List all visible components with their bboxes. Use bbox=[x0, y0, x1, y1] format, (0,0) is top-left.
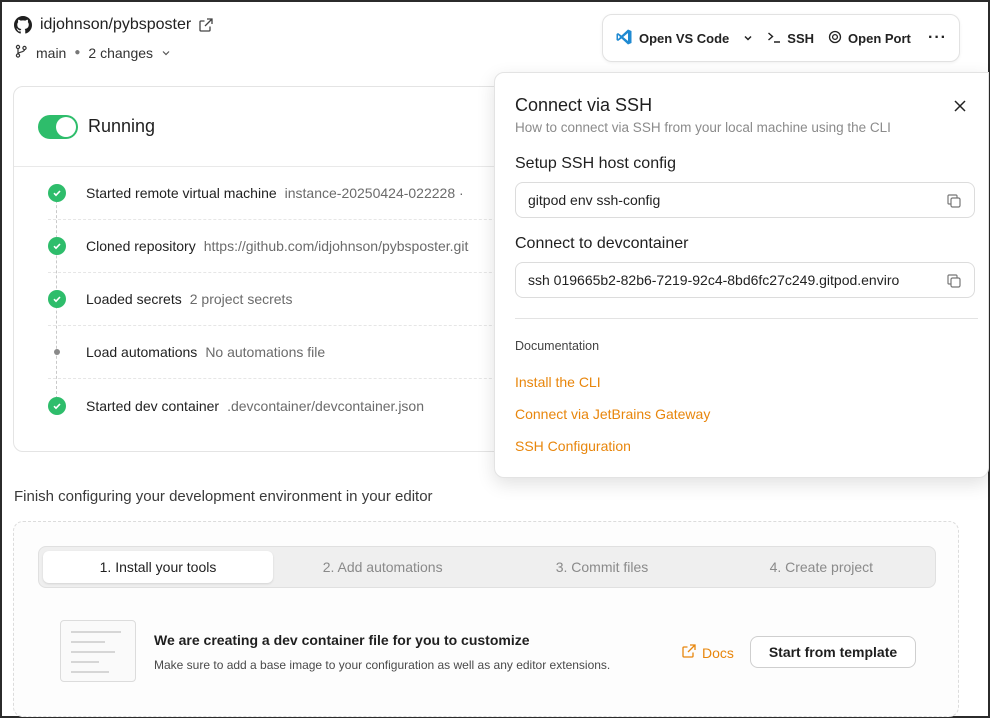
repo-name[interactable]: idjohnson/pybsposter bbox=[40, 16, 191, 34]
step-title: Cloned repository bbox=[86, 238, 196, 254]
connect-devcontainer-label: Connect to devcontainer bbox=[515, 235, 689, 252]
more-options-icon[interactable]: ··· bbox=[928, 29, 947, 47]
ssh-button[interactable]: SSH bbox=[767, 30, 814, 47]
setup-subtitle: Make sure to add a base image to your co… bbox=[154, 658, 611, 672]
open-vscode-label: Open VS Code bbox=[639, 30, 730, 46]
setup-card: 1. Install your tools 2. Add automations… bbox=[13, 521, 959, 717]
steps-list: Started remote virtual machine instance-… bbox=[14, 167, 572, 432]
setup-ssh-label: Setup SSH host config bbox=[515, 155, 676, 172]
close-icon[interactable] bbox=[952, 99, 968, 115]
setup-title: We are creating a dev container file for… bbox=[154, 632, 530, 648]
setup-text: We are creating a dev container file for… bbox=[154, 632, 610, 672]
ssh-label: SSH bbox=[787, 30, 815, 46]
step-detail-link[interactable]: https://github.com/idjohnson/pybsposter.… bbox=[204, 238, 469, 254]
panel-divider bbox=[515, 318, 978, 319]
external-link-icon[interactable] bbox=[199, 18, 213, 32]
check-circle-icon bbox=[48, 237, 66, 255]
external-link-icon bbox=[682, 644, 696, 661]
environment-status-card: Running Started remote virtual machine i… bbox=[13, 86, 573, 452]
ssh-config-text: gitpod env ssh-config bbox=[528, 192, 661, 208]
changes-dropdown[interactable]: 2 changes bbox=[88, 45, 153, 61]
step-detail: No automations file bbox=[205, 344, 326, 360]
check-circle-icon bbox=[48, 396, 66, 415]
chevron-down-icon[interactable] bbox=[743, 31, 753, 46]
copy-icon[interactable] bbox=[946, 273, 962, 292]
step-detail: .devcontainer/devcontainer.json bbox=[227, 397, 425, 414]
tab-install-tools[interactable]: 1. Install your tools bbox=[43, 551, 273, 583]
status-label: Running bbox=[88, 116, 156, 136]
ssh-connect-panel: Connect via SSH How to connect via SSH f… bbox=[494, 72, 989, 478]
pending-dot-icon bbox=[48, 343, 66, 361]
tab-add-automations[interactable]: 2. Add automations bbox=[273, 551, 492, 583]
ssh-connect-text: ssh 019665b2-82b6-7219-92c4-8bd6fc27c249… bbox=[528, 272, 900, 288]
tab-create-project[interactable]: 4. Create project bbox=[712, 551, 931, 583]
finish-section-title: Finish configuring your development envi… bbox=[14, 488, 433, 505]
open-vscode-button[interactable]: Open VS Code bbox=[615, 28, 729, 49]
terminal-icon bbox=[767, 30, 781, 47]
github-icon bbox=[14, 16, 32, 34]
port-icon bbox=[828, 30, 842, 47]
chevron-down-icon[interactable] bbox=[161, 45, 171, 61]
docs-link[interactable]: Docs bbox=[682, 644, 734, 661]
status-header: Running bbox=[14, 87, 572, 167]
tab-commit-files[interactable]: 3. Commit files bbox=[492, 551, 711, 583]
check-circle-icon bbox=[48, 290, 66, 308]
open-port-label: Open Port bbox=[848, 30, 911, 46]
step-title: Load automations bbox=[86, 344, 198, 360]
ssh-configuration-link[interactable]: SSH Configuration bbox=[515, 438, 631, 454]
jetbrains-gateway-link[interactable]: Connect via JetBrains Gateway bbox=[515, 406, 710, 422]
ssh-connect-command[interactable]: ssh 019665b2-82b6-7219-92c4-8bd6fc27c249… bbox=[515, 262, 975, 298]
install-cli-link[interactable]: Install the CLI bbox=[515, 374, 601, 390]
repo-header: idjohnson/pybsposter main ● 2 changes bbox=[14, 16, 213, 61]
branch-icon bbox=[14, 44, 28, 61]
step-detail: instance-20250424-022228 · bbox=[284, 185, 464, 201]
step-title: Started dev container bbox=[86, 397, 220, 414]
ssh-config-command[interactable]: gitpod env ssh-config bbox=[515, 182, 975, 218]
step-title: Loaded secrets bbox=[86, 291, 182, 307]
running-toggle[interactable] bbox=[38, 114, 78, 139]
branch-name[interactable]: main bbox=[36, 45, 66, 61]
copy-icon[interactable] bbox=[946, 193, 962, 212]
devcontainer-illustration-icon bbox=[60, 620, 136, 682]
action-toolbar: Open VS Code SSH Open Port ··· bbox=[602, 14, 960, 62]
step-detail: 2 project secrets bbox=[189, 291, 293, 307]
check-circle-icon bbox=[48, 184, 66, 202]
branch-line: main ● 2 changes bbox=[14, 44, 213, 61]
setup-tabs: 1. Install your tools 2. Add automations… bbox=[38, 546, 936, 588]
panel-title: Connect via SSH bbox=[515, 95, 653, 115]
open-port-button[interactable]: Open Port bbox=[828, 30, 911, 47]
repo-line: idjohnson/pybsposter bbox=[14, 16, 213, 34]
separator-dot: ● bbox=[74, 47, 81, 58]
docs-label: Docs bbox=[702, 644, 734, 661]
panel-subtitle: How to connect via SSH from your local m… bbox=[515, 120, 891, 135]
vscode-icon bbox=[615, 28, 633, 49]
step-title: Started remote virtual machine bbox=[86, 185, 277, 201]
start-from-template-button[interactable]: Start from template bbox=[750, 636, 916, 668]
documentation-heading: Documentation bbox=[515, 339, 600, 353]
